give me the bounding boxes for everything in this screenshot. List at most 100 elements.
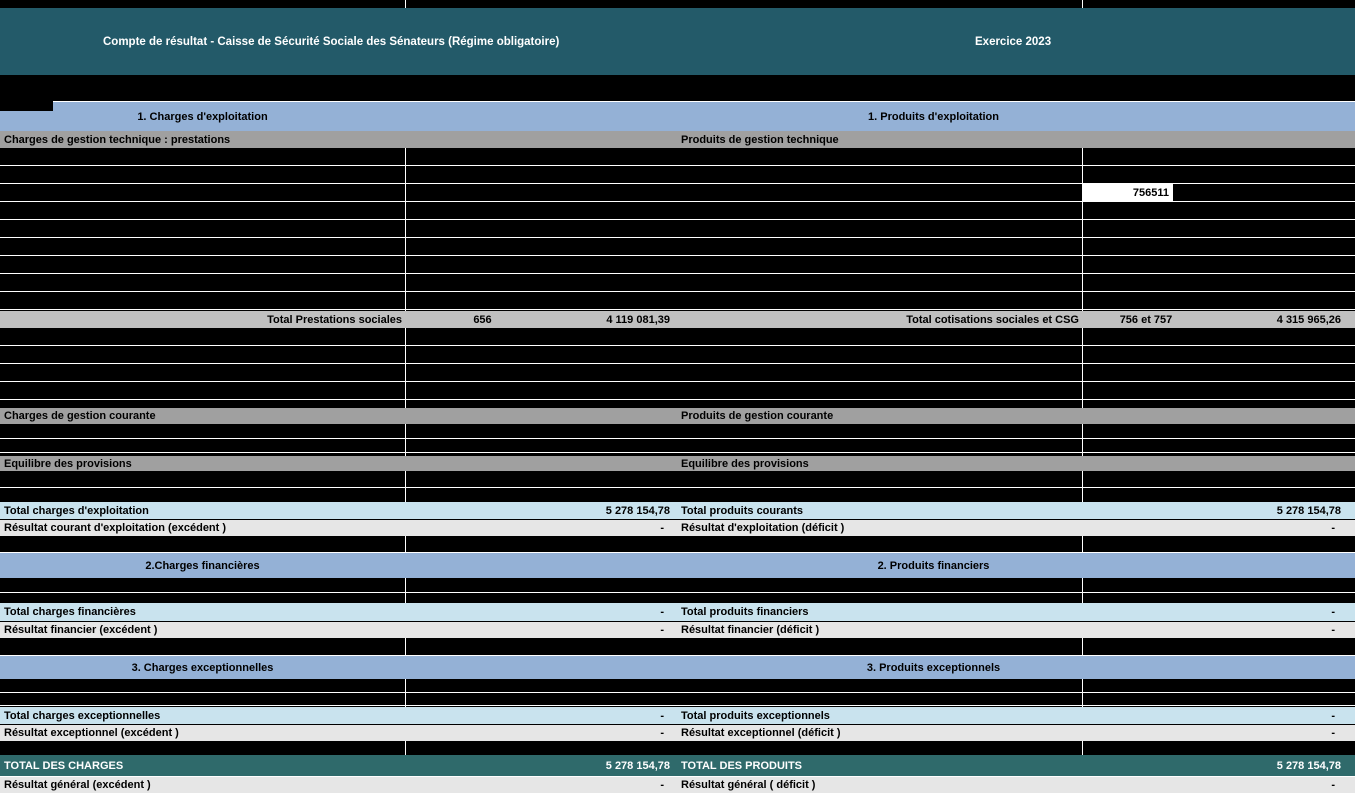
total-produits-exceptionnels-amount: -: [1210, 707, 1355, 724]
grid-column-border: [405, 679, 406, 707]
grid-column-border: [1082, 424, 1083, 456]
charges-gestion-courante-label: Charges de gestion courante: [0, 408, 405, 424]
grid-column-border: [1082, 328, 1083, 408]
equilibre-provisions-left-label: Equilibre des provisions: [0, 456, 405, 471]
total-produits-financiers-amount: -: [1210, 603, 1355, 621]
total-exploitation-row: Total charges d'exploitation 5 278 154,7…: [0, 502, 1355, 519]
income-statement-sheet: Compte de résultat - Caisse de Sécurité …: [0, 0, 1355, 793]
grid-row-border: [0, 592, 1355, 593]
grid-column-border: [1082, 679, 1083, 707]
detail-grid-exceptionnel: [0, 679, 1355, 707]
resultat-general-deficit-label: Résultat général ( déficit ): [676, 777, 1082, 793]
column-border-tick-left: [405, 0, 406, 8]
active-cell-756511[interactable]: 756511: [1083, 184, 1173, 201]
charges-gestion-technique-label: Charges de gestion technique : prestatio…: [0, 131, 405, 148]
section-2-produits-title: 2. Produits financiers: [676, 553, 1191, 578]
total-cotisations-code: 756 et 757: [1082, 311, 1210, 328]
report-header: Compte de résultat - Caisse de Sécurité …: [0, 8, 1355, 75]
spacer-row: [0, 75, 1355, 101]
resultat-exceptionnel-excedent-amount: -: [560, 725, 675, 741]
grid-row-border: [0, 692, 1355, 693]
subheader-provisions: Equilibre des provisions Equilibre des p…: [0, 456, 1355, 471]
equilibre-provisions-right-label: Equilibre des provisions: [676, 456, 1082, 471]
grid-column-border: [405, 536, 406, 552]
grid-column-border: [1082, 148, 1083, 311]
resultat-exceptionnel-excedent-label: Résultat exceptionnel (excédent ): [0, 725, 405, 741]
grid-column-border: [405, 638, 406, 655]
section-1-header: 1. Charges d'exploitation 1. Produits d'…: [0, 101, 1355, 131]
column-border-tick-right: [1082, 0, 1083, 8]
resultat-general-excedent-label: Résultat général (excédent ): [0, 777, 405, 793]
section-1-produits-title: 1. Produits d'exploitation: [676, 102, 1191, 131]
grid-row-border: [0, 438, 1355, 439]
total-produits-courants-amount: 5 278 154,78: [1210, 502, 1355, 519]
report-exercise: Exercice 2023: [975, 8, 1051, 75]
total-prestations-code: 656: [405, 311, 560, 328]
total-cotisations-label: Total cotisations sociales et CSG: [676, 311, 1082, 328]
total-exceptionnel-row: Total charges exceptionnelles - Total pr…: [0, 707, 1355, 724]
detail-grid-provisions: [0, 471, 1355, 502]
grid-column-border: [405, 148, 406, 311]
total-charges-exceptionnelles-amount: -: [560, 707, 675, 724]
spacer-grid: [0, 741, 1355, 755]
detail-grid-technique: 756511: [0, 148, 1355, 311]
total-charges-financieres-amount: -: [560, 603, 675, 621]
grid-column-border: [405, 471, 406, 502]
total-des-produits-amount: 5 278 154,78: [1210, 755, 1355, 776]
total-charges-exploitation-label: Total charges d'exploitation: [0, 502, 405, 519]
resultat-general-excedent-amount: -: [560, 777, 675, 793]
top-border-strip: [0, 0, 1355, 8]
grid-column-border: [405, 328, 406, 408]
spacer-grid: [0, 638, 1355, 655]
grid-column-border: [1082, 471, 1083, 502]
report-title: Compte de résultat - Caisse de Sécurité …: [103, 8, 559, 75]
total-charges-exceptionnelles-label: Total charges exceptionnelles: [0, 707, 405, 724]
grand-total-row: TOTAL DES CHARGES 5 278 154,78 TOTAL DES…: [0, 755, 1355, 776]
resultat-general-deficit-amount: -: [1210, 777, 1355, 793]
grid-column-border: [405, 424, 406, 456]
subheader-gestion-technique: Charges de gestion technique : prestatio…: [0, 131, 1355, 148]
spacer-grid: [0, 536, 1355, 552]
total-charges-financieres-label: Total charges financières: [0, 603, 405, 621]
section-3-header: 3. Charges exceptionnelles 3. Produits e…: [0, 655, 1355, 679]
resultat-financier-excedent-label: Résultat financier (excédent ): [0, 622, 405, 638]
total-des-charges-label: TOTAL DES CHARGES: [0, 755, 405, 776]
result-general-row: Résultat général (excédent ) - Résultat …: [0, 777, 1355, 793]
section-2-header: 2.Charges financières 2. Produits financ…: [0, 552, 1355, 578]
detail-grid-financier: [0, 578, 1355, 603]
total-des-produits-label: TOTAL DES PRODUITS: [676, 755, 1082, 776]
produits-gestion-technique-label: Produits de gestion technique: [676, 131, 1082, 148]
resultat-exploitation-deficit-amount: -: [1210, 520, 1355, 536]
section-3-produits-title: 3. Produits exceptionnels: [676, 656, 1191, 679]
total-cotisations-amount: 4 315 965,26: [1210, 311, 1355, 328]
grid-column-border: [405, 578, 406, 603]
grid-column-border: [1082, 638, 1083, 655]
total-prestations-label: Total Prestations sociales: [0, 311, 405, 328]
total-des-charges-amount: 5 278 154,78: [560, 755, 675, 776]
produits-gestion-courante-label: Produits de gestion courante: [676, 408, 1082, 424]
resultat-exploitation-deficit-label: Résultat d'exploitation (déficit ): [676, 520, 1082, 536]
subtotal-row-prestations: Total Prestations sociales 656 4 119 081…: [0, 311, 1355, 328]
section-1-charges-title: 1. Charges d'exploitation: [0, 102, 405, 131]
grid-column-border: [1082, 578, 1083, 603]
resultat-financier-deficit-amount: -: [1210, 622, 1355, 638]
section-2-charges-title: 2.Charges financières: [0, 553, 405, 578]
result-exceptionnel-row: Résultat exceptionnel (excédent ) - Résu…: [0, 725, 1355, 741]
detail-grid-courante: [0, 424, 1355, 456]
resultat-exceptionnel-deficit-amount: -: [1210, 725, 1355, 741]
total-produits-financiers-label: Total produits financiers: [676, 603, 1082, 621]
resultat-courant-exploitation-amount: -: [560, 520, 675, 536]
resultat-financier-excedent-amount: -: [560, 622, 675, 638]
grid-row-border: [0, 705, 1355, 706]
resultat-courant-exploitation-label: Résultat courant d'exploitation (excéden…: [0, 520, 405, 536]
grid-column-border: [405, 741, 406, 755]
result-financier-row: Résultat financier (excédent ) - Résulta…: [0, 622, 1355, 638]
section-3-charges-title: 3. Charges exceptionnelles: [0, 656, 405, 679]
detail-grid-empty: [0, 328, 1355, 408]
total-prestations-amount: 4 119 081,39: [560, 311, 675, 328]
resultat-exceptionnel-deficit-label: Résultat exceptionnel (déficit ): [676, 725, 1082, 741]
grid-column-border: [1082, 741, 1083, 755]
subheader-gestion-courante: Charges de gestion courante Produits de …: [0, 408, 1355, 424]
total-charges-exploitation-amount: 5 278 154,78: [560, 502, 675, 519]
total-financier-row: Total charges financières - Total produi…: [0, 603, 1355, 621]
